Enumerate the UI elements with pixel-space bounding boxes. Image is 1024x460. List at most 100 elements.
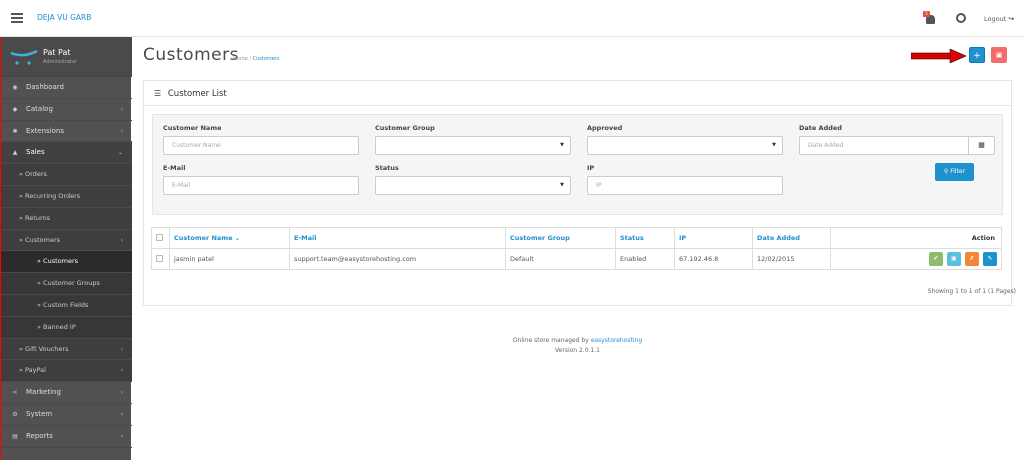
chevron-right-icon: ›: [120, 105, 123, 113]
approve-thumbs-up-button[interactable]: ✔: [928, 252, 943, 266]
chevron-right-icon: ›: [120, 236, 123, 244]
footer-text: Online store managed by: [512, 337, 589, 344]
breadcrumb-current[interactable]: Customers: [253, 56, 280, 62]
sidebar-item-customer-groups[interactable]: » Customer Groups: [1, 273, 132, 295]
profile-name: Pat Pat: [43, 48, 71, 57]
delete-customer-button[interactable]: ▣: [991, 47, 1007, 63]
sidebar-nav: ◉ Dashboard ◆ Catalog › ✱ Extensions › ▲ Sales…: [1, 77, 132, 448]
sidebar-item-paypal[interactable]: » PayPal ›: [1, 360, 132, 383]
chevron-right-icon: ›: [120, 389, 123, 397]
sidebar-item-reports[interactable]: ▤ Reports ›: [1, 426, 132, 448]
col-ip[interactable]: IP: [674, 227, 753, 249]
row-checkbox[interactable]: [156, 254, 163, 262]
sidebar: Pat Pat Administrator ◉ Dashboard ◆ Catalo…: [0, 37, 132, 460]
col-status[interactable]: Status: [615, 227, 675, 249]
select-all-checkbox-cell: [151, 227, 170, 249]
select-all-checkbox[interactable]: [156, 233, 163, 241]
sidebar-item-marketing[interactable]: < Marketing ›: [1, 382, 132, 404]
status-select[interactable]: ▼: [375, 176, 571, 195]
sidebar-item-catalog[interactable]: ◆ Catalog ›: [1, 99, 132, 121]
menu-toggle-icon[interactable]: [11, 13, 23, 23]
list-icon: ☰: [154, 89, 162, 98]
status-label: Status: [375, 164, 399, 172]
store-brand-link[interactable]: DEJA VU GARB: [37, 13, 91, 22]
customer-group-select[interactable]: ▼: [375, 136, 571, 155]
opencart-logo-icon: [10, 50, 38, 65]
dashboard-icon: ◉: [12, 84, 18, 91]
customer-list-panel: ☰ Customer List Customer Name Customer N…: [143, 80, 1012, 306]
logout-link[interactable]: Logout ↪: [984, 11, 1020, 27]
cell-email: support.team@easystorehosting.com: [289, 248, 506, 270]
cog-icon: ⚙: [12, 410, 18, 418]
sidebar-item-sales[interactable]: ▲ Sales ⌄: [1, 142, 132, 165]
pencil-icon: ✎: [987, 255, 993, 262]
ip-input[interactable]: IP: [587, 176, 783, 195]
customer-name-input[interactable]: Customer Name: [163, 136, 359, 155]
chevron-right-icon: ›: [120, 410, 123, 418]
sidebar-item-gift-vouchers[interactable]: » Gift Vouchers ›: [1, 338, 132, 361]
calendar-icon[interactable]: ▦: [968, 136, 995, 155]
sidebar-item-dashboard[interactable]: ◉ Dashboard: [1, 77, 132, 99]
profile-role: Administrator: [43, 59, 78, 65]
user-profile[interactable]: Pat Pat Administrator: [1, 37, 132, 77]
chevron-right-icon: ›: [120, 127, 123, 135]
panel-title: Customer List: [167, 89, 227, 99]
tag-icon: ◆: [12, 105, 18, 113]
sidebar-item-banned-ip[interactable]: » Banned IP: [1, 316, 132, 339]
sidebar-item-returns[interactable]: » Returns: [1, 207, 132, 230]
chevron-down-icon: ⌄: [117, 149, 123, 157]
search-icon: ⚲: [943, 168, 949, 175]
col-email[interactable]: E-Mail: [289, 227, 506, 249]
col-action: Action: [830, 227, 1002, 249]
breadcrumb-home[interactable]: Home: [233, 56, 248, 62]
notifications-bell-icon[interactable]: 5: [923, 11, 939, 27]
add-customer-button[interactable]: +: [969, 47, 985, 63]
cell-customer-group: Default: [505, 248, 616, 270]
date-added-label: Date Added: [799, 124, 842, 132]
bar-chart-icon: ▤: [12, 432, 18, 440]
sidebar-item-orders[interactable]: » Orders: [1, 164, 132, 186]
footer-version: Version 2.0.1.1: [555, 347, 600, 354]
col-customer-group[interactable]: Customer Group: [505, 227, 616, 249]
sidebar-item-extensions[interactable]: ✱ Extensions ›: [1, 121, 132, 143]
page-title: Customers: [143, 45, 239, 65]
email-input[interactable]: E-Mail: [163, 176, 359, 195]
logout-label: Logout: [984, 15, 1007, 23]
chevron-right-icon: ›: [120, 367, 123, 375]
sidebar-item-system[interactable]: ⚙ System ›: [1, 404, 132, 426]
main-content: Customers Home / Customers + ▣ ☰ Custome…: [131, 37, 1024, 460]
sidebar-item-customers[interactable]: » Customers: [1, 251, 132, 274]
thumbs-up-icon: ✔: [933, 255, 939, 262]
sidebar-item-recurring-orders[interactable]: » Recurring Orders: [1, 185, 132, 208]
pagination-summary: Showing 1 to 1 of 1 (1 Pages): [927, 288, 1016, 295]
edit-button[interactable]: ✎: [983, 252, 997, 266]
help-lifebuoy-icon[interactable]: [955, 11, 969, 27]
chevron-right-icon: ›: [120, 432, 123, 440]
caret-down-icon: ▼: [772, 142, 776, 148]
customer-table: Customer Name ⌄ E-Mail Customer Group St…: [151, 227, 1002, 270]
sidebar-item-customers-group[interactable]: » Customers ›: [1, 229, 132, 252]
col-customer-name[interactable]: Customer Name ⌄: [169, 227, 290, 249]
panel-heading: ☰ Customer List: [144, 81, 1011, 106]
approved-select[interactable]: ▼: [587, 136, 783, 155]
table-header-row: Customer Name ⌄ E-Mail Customer Group St…: [151, 227, 1002, 249]
unlock-button[interactable]: ▣: [946, 252, 961, 266]
eraser-icon: ✗: [969, 255, 975, 262]
caret-down-icon: ▼: [560, 142, 564, 148]
plus-icon: +: [973, 51, 981, 61]
customer-group-label: Customer Group: [375, 124, 435, 132]
chevron-right-icon: ›: [120, 345, 123, 353]
date-added-input[interactable]: Date Added: [799, 136, 969, 155]
cart-icon: ▲: [12, 149, 18, 157]
filter-button[interactable]: ⚲ Filter: [935, 163, 974, 181]
col-date-added[interactable]: Date Added: [752, 227, 831, 249]
reset-button[interactable]: ✗: [964, 252, 979, 266]
cell-date-added: 12/02/2015: [752, 248, 831, 270]
email-label: E-Mail: [163, 164, 186, 172]
footer-link[interactable]: easystorehosting: [591, 337, 642, 344]
puzzle-icon: ✱: [12, 127, 18, 135]
annotation-arrow-icon: [911, 49, 966, 63]
approved-label: Approved: [587, 124, 623, 132]
sidebar-item-custom-fields[interactable]: » Custom Fields: [1, 294, 132, 317]
cell-customer-name: jasmin patel: [169, 248, 290, 270]
